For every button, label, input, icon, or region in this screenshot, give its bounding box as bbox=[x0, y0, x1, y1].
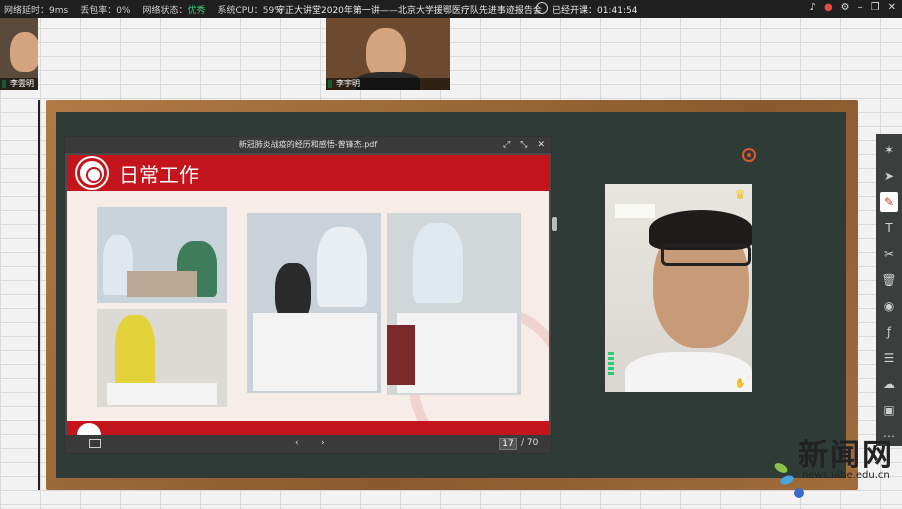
slide-photo bbox=[387, 213, 521, 395]
latency-stat: 网络延时：9ms bbox=[4, 5, 69, 16]
news-site-watermark: 新闻网 news.uibe.edu.cn bbox=[772, 430, 902, 500]
university-logo bbox=[77, 423, 101, 435]
participant-video[interactable]: 李宇明 bbox=[326, 18, 450, 90]
network-status-stat: 网络状态：优秀 bbox=[142, 3, 205, 16]
formula-icon[interactable]: ƒ bbox=[880, 322, 898, 342]
trash-icon[interactable]: 🗑 bbox=[880, 270, 898, 290]
restore-icon[interactable]: ❐ bbox=[871, 2, 880, 13]
ppe-figure bbox=[413, 223, 463, 303]
laser-pointer-icon[interactable]: ✶ bbox=[880, 140, 898, 160]
pdf-viewer-window[interactable]: 新冠肺炎战疫的经历和感悟-曾锋杰.pdf ⤢ ⤡ ✕ 日常工作 ‹ › 17 /… bbox=[64, 136, 557, 454]
ceiling-light bbox=[615, 204, 655, 218]
bed bbox=[107, 383, 217, 405]
mic-level-icon bbox=[608, 352, 614, 388]
board-toolbar: ✶ ➤ ✎ T ✂ 🗑 ◉ ƒ ☰ ☁ ▣ ⋯ bbox=[876, 134, 902, 446]
network-status-label: 网络状态： bbox=[142, 5, 188, 16]
bell-icon[interactable]: ♪ bbox=[810, 2, 816, 13]
network-status-value: 优秀 bbox=[187, 5, 206, 16]
participant-name: 李宇明 bbox=[326, 78, 450, 90]
pdf-titlebar[interactable]: 新冠肺炎战疫的经历和感悟-曾锋杰.pdf ⤢ ⤡ ✕ bbox=[65, 137, 551, 153]
bed bbox=[397, 313, 517, 393]
speaker-video[interactable]: ♛ ✋ bbox=[605, 184, 752, 392]
crown-icon: ♛ bbox=[734, 188, 746, 203]
pdf-window-controls: ⤢ ⤡ ✕ bbox=[503, 137, 545, 153]
speaker-glasses bbox=[661, 244, 751, 266]
divider bbox=[38, 100, 40, 490]
watermark-url: news.uibe.edu.cn bbox=[802, 470, 890, 481]
record-icon[interactable]: ◉ bbox=[880, 296, 898, 316]
packet-loss-stat: 丢包率：0% bbox=[80, 5, 131, 16]
close-icon[interactable]: ✕ bbox=[537, 137, 545, 153]
leaf-icon bbox=[794, 488, 804, 498]
text-icon[interactable]: T bbox=[880, 218, 898, 238]
slide-photo bbox=[97, 207, 227, 303]
settings-icon[interactable]: ⚙ bbox=[841, 2, 850, 13]
session-title: 守正大讲堂2020年第一讲——北京大学援鄂医疗队先进事迹报告会 bbox=[276, 6, 542, 16]
pen-icon[interactable]: ✎ bbox=[880, 192, 898, 212]
page-total: / 70 bbox=[521, 438, 539, 448]
pdf-navigation-bar: ‹ › 17 / 70 bbox=[65, 435, 551, 453]
cloud-icon[interactable]: ☁ bbox=[880, 374, 898, 394]
close-icon[interactable]: ✕ bbox=[888, 2, 896, 13]
cpu-stat: 系统CPU：59% bbox=[217, 5, 283, 16]
class-time-label: 已经开课： bbox=[552, 6, 598, 16]
ppe-figure bbox=[115, 315, 155, 389]
participant-face bbox=[10, 32, 38, 72]
toolbox-icon[interactable]: ▣ bbox=[880, 400, 898, 420]
hand-icon[interactable]: ✋ bbox=[735, 379, 746, 389]
target-icon[interactable] bbox=[742, 148, 756, 162]
ppe-figure bbox=[317, 227, 367, 307]
pdf-slide: 日常工作 bbox=[67, 155, 549, 435]
slide-header: 日常工作 bbox=[67, 155, 549, 191]
participant-video[interactable]: 李雲明 bbox=[0, 18, 38, 90]
restore-icon[interactable]: ⤢ bbox=[503, 137, 510, 153]
pdf-filename: 新冠肺炎战疫的经历和感悟-曾锋杰.pdf bbox=[238, 140, 378, 149]
status-bar: 网络延时：9ms 丢包率：0% 网络状态：优秀 系统CPU：59% 守正大讲堂2… bbox=[0, 0, 902, 18]
participant-name: 李雲明 bbox=[0, 78, 38, 90]
thumbnails-icon[interactable] bbox=[89, 439, 101, 448]
next-page-icon[interactable]: › bbox=[321, 438, 325, 448]
prev-page-icon[interactable]: ‹ bbox=[295, 438, 299, 448]
chat-icon[interactable]: ☰ bbox=[880, 348, 898, 368]
pdf-scrollbar[interactable] bbox=[552, 217, 557, 231]
window-controls: ♪ ● ⚙ – ❐ ✕ bbox=[810, 2, 896, 13]
record-icon[interactable]: ● bbox=[824, 2, 833, 13]
scissors-icon[interactable]: ✂ bbox=[880, 244, 898, 264]
slide-photo bbox=[247, 213, 381, 393]
clock-icon bbox=[536, 2, 548, 14]
slide-footer-next bbox=[67, 421, 549, 435]
select-icon[interactable]: ➤ bbox=[880, 166, 898, 186]
watermark-logo-text: 新闻网 bbox=[798, 438, 894, 473]
red-blanket bbox=[387, 325, 415, 385]
maximize-icon[interactable]: ⤡ bbox=[520, 137, 527, 153]
class-time: 已经开课：01:41:54 bbox=[552, 3, 637, 16]
minimize-icon[interactable]: – bbox=[858, 2, 863, 13]
bed bbox=[253, 313, 377, 391]
speaker-shirt bbox=[625, 352, 752, 392]
bed bbox=[127, 271, 197, 297]
slide-photo bbox=[97, 309, 227, 407]
slide-title: 日常工作 bbox=[119, 162, 199, 187]
page-number-input[interactable]: 17 bbox=[499, 438, 517, 450]
participant-face bbox=[366, 28, 406, 78]
university-logo bbox=[77, 158, 107, 188]
class-time-value: 01:41:54 bbox=[597, 6, 638, 16]
